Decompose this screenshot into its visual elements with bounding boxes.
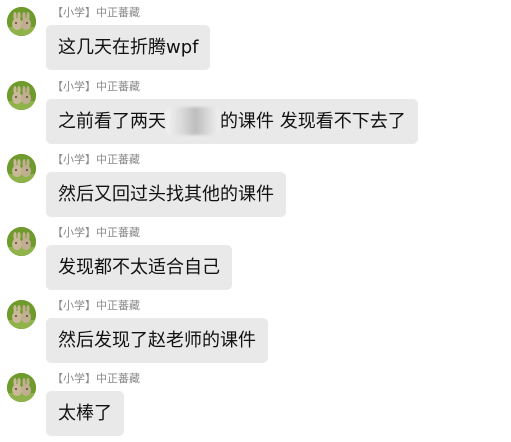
chat-message: 【小学】中正蕃藏 然后又回过头找其他的课件 (0, 151, 511, 221)
sender-tag: 【小学】 (52, 153, 96, 166)
chat-message: 【小学】中正蕃藏 然后发现了赵老师的课件 (0, 297, 511, 367)
sender-tag: 【小学】 (52, 80, 96, 93)
sender-label: 【小学】中正蕃藏 (52, 153, 140, 167)
sender-label: 【小学】中正蕃藏 (52, 226, 140, 240)
message-text: 这几天在折腾wpf (58, 37, 199, 58)
rabbit-avatar-icon[interactable] (7, 227, 36, 256)
message-bubble[interactable]: 然后发现了赵老师的课件 (46, 318, 268, 363)
rabbit-avatar-icon[interactable] (7, 300, 36, 329)
chat-message: 【小学】中正蕃藏 发现都不太适合自己 (0, 224, 511, 294)
sender-name: 中正蕃藏 (96, 80, 140, 93)
message-bubble[interactable]: 发现都不太适合自己 (46, 245, 232, 290)
message-bubble[interactable]: 之前看了两天 的课件 发现看不下去了 (46, 99, 418, 144)
rabbit-avatar-icon[interactable] (7, 373, 36, 402)
sender-name: 中正蕃藏 (96, 372, 140, 385)
sender-tag: 【小学】 (52, 372, 96, 385)
chat-message: 【小学】中正蕃藏 太棒了 (0, 370, 511, 440)
message-bubble[interactable]: 太棒了 (46, 391, 124, 436)
sender-label: 【小学】中正蕃藏 (52, 6, 140, 20)
message-text-after: 的课件 发现看不下去了 (220, 111, 406, 132)
rabbit-avatar-icon[interactable] (7, 81, 36, 110)
chat-message: 【小学】中正蕃藏 这几天在折腾wpf (0, 4, 511, 74)
sender-tag: 【小学】 (52, 299, 96, 312)
message-bubble[interactable]: 然后又回过头找其他的课件 (46, 172, 286, 217)
sender-name: 中正蕃藏 (96, 299, 140, 312)
chat-message-list: 【小学】中正蕃藏 这几天在折腾wpf 【小学】中正蕃藏 之前看了两天 的课件 发… (0, 0, 511, 442)
rabbit-avatar-icon[interactable] (7, 7, 36, 36)
message-text: 太棒了 (58, 403, 112, 424)
blurred-text-patch (166, 106, 220, 135)
rabbit-avatar-icon[interactable] (7, 154, 36, 183)
message-text: 然后发现了赵老师的课件 (58, 330, 256, 351)
sender-name: 中正蕃藏 (96, 6, 140, 19)
message-text: 然后又回过头找其他的课件 (58, 184, 274, 205)
sender-name: 中正蕃藏 (96, 226, 140, 239)
chat-message: 【小学】中正蕃藏 之前看了两天 的课件 发现看不下去了 (0, 78, 511, 148)
message-text-before: 之前看了两天 (58, 111, 166, 132)
message-bubble[interactable]: 这几天在折腾wpf (46, 25, 211, 70)
sender-label: 【小学】中正蕃藏 (52, 80, 140, 94)
sender-label: 【小学】中正蕃藏 (52, 372, 140, 386)
sender-tag: 【小学】 (52, 226, 96, 239)
sender-label: 【小学】中正蕃藏 (52, 299, 140, 313)
message-text: 发现都不太适合自己 (58, 257, 220, 278)
sender-tag: 【小学】 (52, 6, 96, 19)
sender-name: 中正蕃藏 (96, 153, 140, 166)
